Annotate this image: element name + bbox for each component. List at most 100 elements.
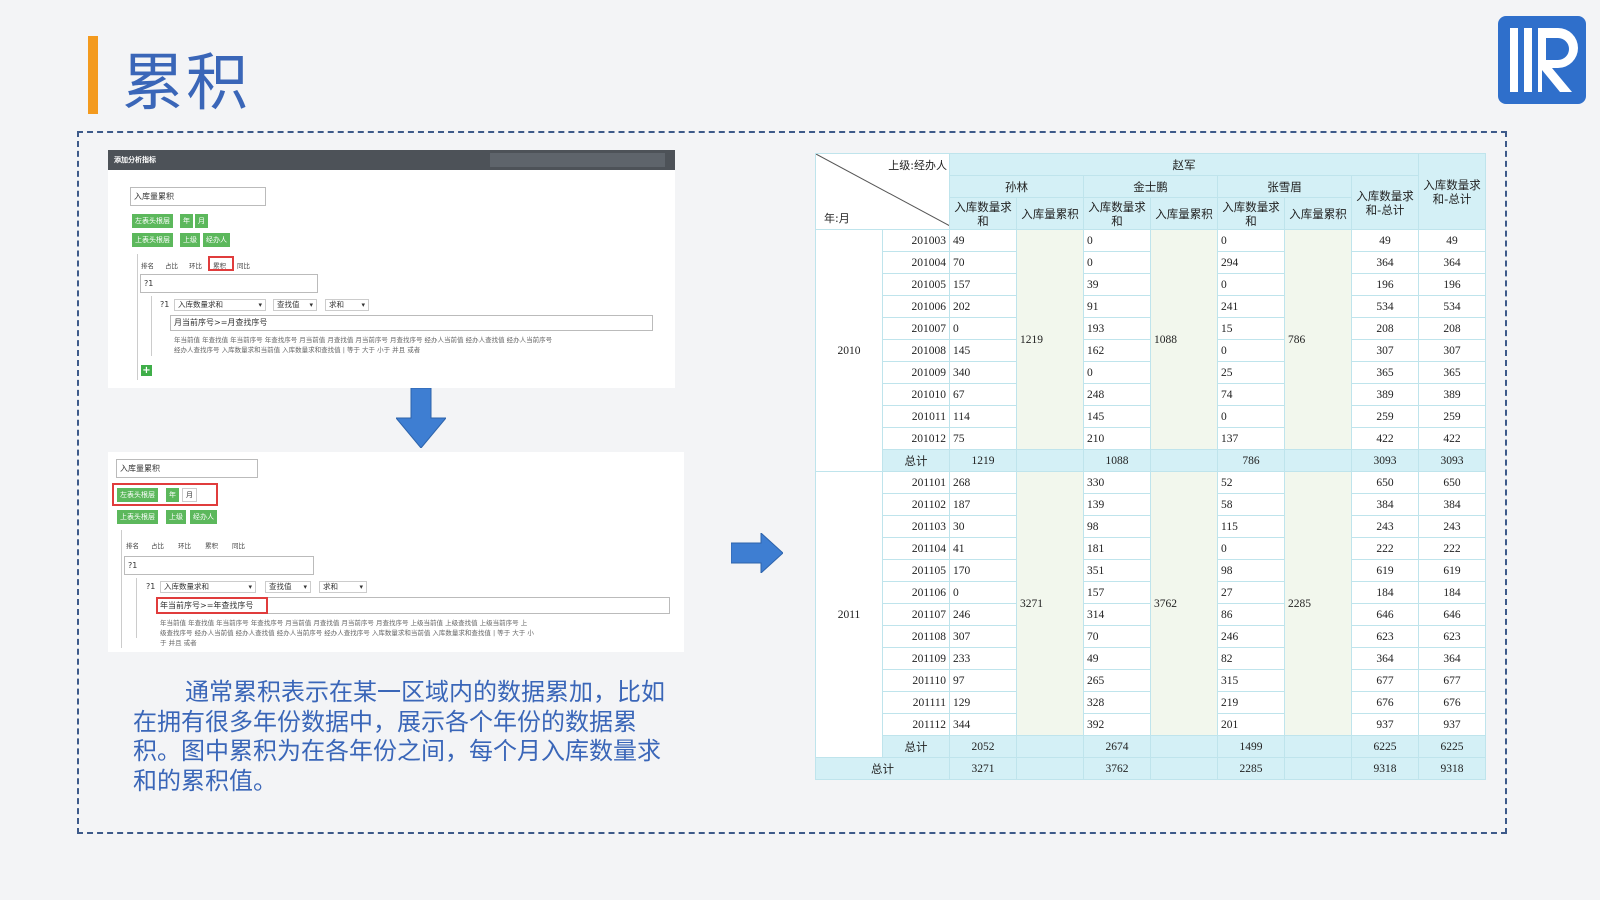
arrow-right-icon [731,533,783,573]
subtotal-row: 总计 2052 2674 1499 6225 6225 [816,735,1486,758]
tab-rank-2[interactable]: 排名 [126,540,139,550]
sum-cell: 187 [949,493,1017,516]
total-inner-cell: 184 [1351,581,1419,604]
lookup-select[interactable]: 查找值 [273,299,317,311]
left-header-root-chip[interactable]: 左表头根层 [132,214,173,228]
condition-input[interactable]: 月当前序号>=月查找序号 [170,315,653,331]
sum-cell: 41 [949,537,1017,560]
sum-cell: 0 [1217,537,1285,560]
total-inner-cell: 243 [1351,515,1419,538]
total-outer-cell: 364 [1418,251,1486,274]
tab-ratio[interactable]: 占比 [165,260,178,270]
total-outer-cell: 243 [1418,515,1486,538]
grand-total-row: 总计 3271 3762 2285 9318 9318 [815,757,1486,780]
subtotal-total-inner: 3093 [1351,449,1419,472]
description-text: 通常累积表示在某一区域内的数据累加，比如在拥有很多年份数据中，展示各个年份的数据… [133,678,665,795]
grand-total-label: 总计 [815,757,950,780]
sum-cell: 268 [949,471,1017,494]
subtotal-sum-cell: 786 [1217,449,1285,472]
field-hint-line-1: 年当前值 年查找值 年当前序号 年查找序号 月当前值 月查找值 月当前序号 月查… [174,336,553,344]
total-inner-cell: 676 [1351,691,1419,714]
sum-cell: 98 [1083,515,1151,538]
chip-handler[interactable]: 经办人 [203,233,230,247]
table-corner: 上级:经办人 年:月 [815,153,950,230]
grand-total-outer: 9318 [1418,757,1486,780]
total-inner-cell: 208 [1351,317,1419,340]
param-label: ?1 [160,300,170,309]
total-inner-cell: 619 [1351,559,1419,582]
sum-cell: 98 [1217,559,1285,582]
measure-select[interactable]: 入库数量求和 [174,299,266,311]
sum-cell: 351 [1083,559,1151,582]
sum-cell: 49 [949,229,1017,252]
tab-rank[interactable]: 排名 [141,260,154,270]
metric-name-input[interactable]: 入库量累积 [130,187,266,206]
sum-cell: 75 [949,427,1017,450]
expression-input[interactable]: ?1 [140,274,318,293]
total-inner-cell: 650 [1351,471,1419,494]
month-cell: 201110 [882,669,950,692]
person-header: 孙林 [949,175,1084,198]
chip-superior[interactable]: 上级 [180,233,200,247]
measure-select-2[interactable]: 入库数量求和 [160,581,256,593]
month-cell: 201012 [882,427,950,450]
sum-cell: 0 [1217,339,1285,362]
tab-yoy-2[interactable]: 同比 [232,540,245,550]
dialog-screenshot-month: 添加分析指标 入库量累积 左表头根层 年 月 上表头根层 上级 经办人 排名 占… [108,150,675,388]
tab-chain[interactable]: 环比 [189,260,202,270]
month-cell: 201011 [882,405,950,428]
top-header-root-chip[interactable]: 上表头根层 [132,233,173,247]
tab-yoy[interactable]: 同比 [237,260,250,270]
top-header-root-chip-2[interactable]: 上表头根层 [117,510,158,524]
tab-cumulative-2[interactable]: 累积 [205,540,218,550]
total-outer-cell: 650 [1418,471,1486,494]
sum-cell: 307 [949,625,1017,648]
sum-cell: 145 [949,339,1017,362]
tab-ratio-2[interactable]: 占比 [151,540,164,550]
aggregate-select-2[interactable]: 求和 [319,581,367,593]
add-condition-button[interactable]: + [141,365,152,376]
metric-name-input-2[interactable]: 入库量累积 [116,459,258,478]
chip-month[interactable]: 月 [195,214,208,228]
sum-cell: 181 [1083,537,1151,560]
col-header-cumulative: 入库量累积 [1284,197,1352,230]
sum-cell: 162 [1083,339,1151,362]
aggregate-select[interactable]: 求和 [325,299,369,311]
total-outer-cell: 422 [1418,427,1486,450]
sum-cell: 137 [1217,427,1285,450]
total-inner-cell: 49 [1351,229,1419,252]
tab-chain-2[interactable]: 环比 [178,540,191,550]
col-header-total-outer: 入库数量求和-总计 [1418,153,1486,230]
dialog-title: 添加分析指标 [114,156,156,164]
month-cell: 201008 [882,339,950,362]
sum-cell: 15 [1217,317,1285,340]
total-inner-cell: 422 [1351,427,1419,450]
lookup-select-2[interactable]: 查找值 [265,581,311,593]
table-row: 2010 201003 49 1219 0 1088 0 786 49 49 [815,229,1486,472]
sum-cell: 344 [949,713,1017,736]
sum-cell: 0 [1217,229,1285,252]
month-cell: 201112 [882,713,950,736]
sum-cell: 145 [1083,405,1151,428]
subtotal-sum-cell: 1088 [1083,449,1151,472]
total-outer-cell: 623 [1418,625,1486,648]
chip-year[interactable]: 年 [180,214,193,228]
sum-cell: 0 [949,581,1017,604]
sum-cell: 219 [1217,691,1285,714]
sum-cell: 70 [949,251,1017,274]
total-outer-cell: 937 [1418,713,1486,736]
field-hint-line-2b: 级查找序号 经办人当前值 经办人查找值 经办人当前序号 经办人查找序号 入库数量… [160,629,534,637]
sum-cell: 246 [949,603,1017,626]
chip-superior-2[interactable]: 上级 [166,510,186,524]
total-outer-cell: 389 [1418,383,1486,406]
total-outer-cell: 365 [1418,361,1486,384]
sum-cell: 49 [1083,647,1151,670]
sum-cell: 233 [949,647,1017,670]
total-inner-cell: 646 [1351,603,1419,626]
expression-input-2[interactable]: ?1 [124,556,314,575]
sum-cell: 70 [1083,625,1151,648]
chip-handler-2[interactable]: 经办人 [190,510,217,524]
brand-logo-icon [1498,16,1586,104]
sum-cell: 86 [1217,603,1285,626]
corner-top-label: 上级:经办人 [888,159,947,172]
